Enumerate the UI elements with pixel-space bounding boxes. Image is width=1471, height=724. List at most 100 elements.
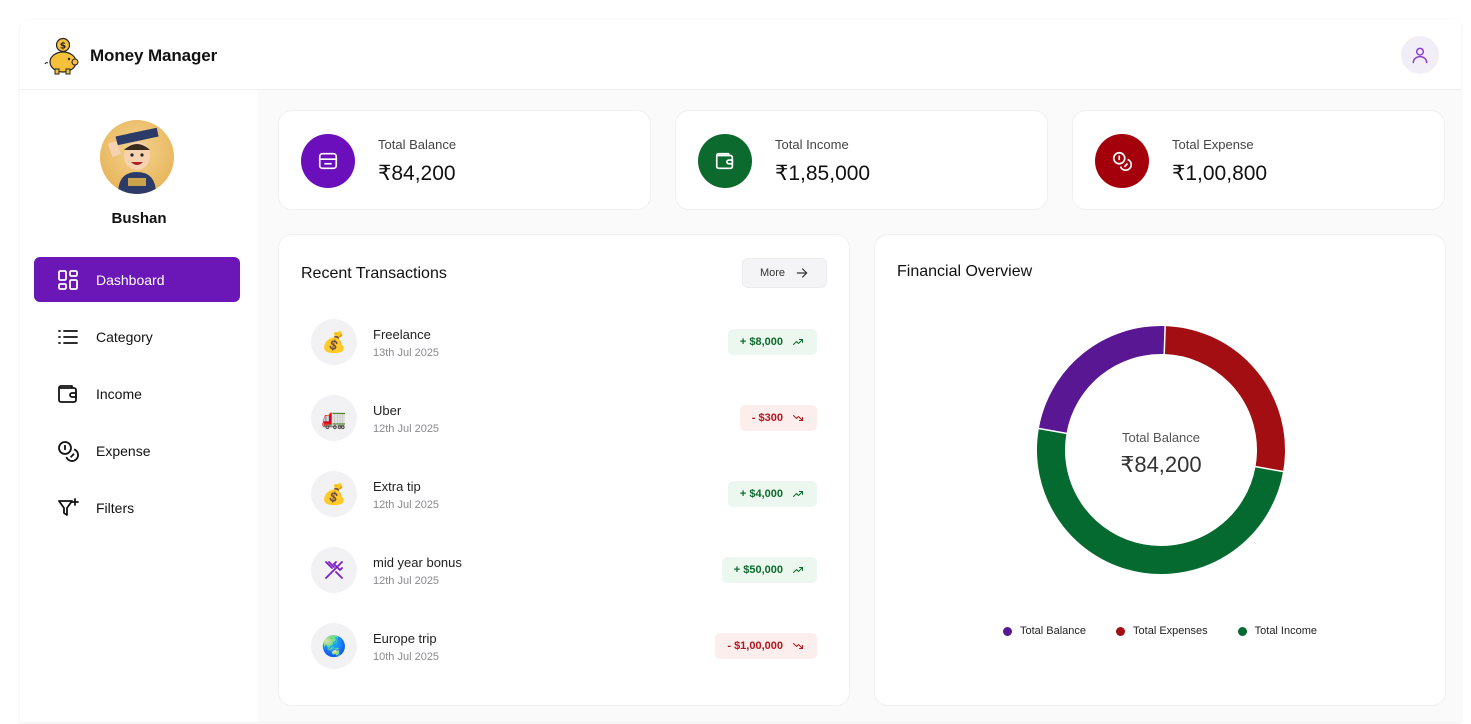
trend-up-icon bbox=[793, 339, 803, 345]
sidebar-item-income[interactable]: Income bbox=[34, 371, 240, 416]
legend-item-total-expenses[interactable]: Total Expenses bbox=[1116, 625, 1208, 637]
legend-item-total-income[interactable]: Total Income bbox=[1237, 625, 1318, 637]
utensils-icon bbox=[325, 561, 343, 579]
transaction-amount: - $300 bbox=[751, 412, 783, 424]
transaction-name: Extra tip bbox=[373, 479, 421, 494]
donut-slice-total-balance[interactable] bbox=[1034, 323, 1289, 578]
sidebar-item-expense[interactable]: Expense bbox=[34, 428, 240, 473]
sidebar-item-label: Income bbox=[96, 385, 142, 402]
sidebar-item-label: Dashboard bbox=[96, 271, 165, 288]
financial-overview-panel: Financial Overview Total Balance ₹84,200 … bbox=[874, 234, 1446, 706]
dashboard-icon bbox=[58, 269, 78, 290]
stat-value: ₹1,85,000 bbox=[775, 162, 871, 185]
trend-up-icon bbox=[793, 567, 803, 573]
filter-plus-icon bbox=[58, 497, 79, 516]
app-frame: $ Money Manager Bushan Dashboard Categor… bbox=[20, 20, 1461, 722]
transaction-name: Uber bbox=[373, 403, 402, 418]
donut-chart: Total Balance ₹84,200 bbox=[1034, 323, 1289, 578]
piggy-bank-logo-icon: $ bbox=[44, 37, 79, 75]
svg-text:$: $ bbox=[60, 42, 66, 52]
legend-dot bbox=[1237, 626, 1247, 636]
balance-icon-circle bbox=[301, 134, 355, 188]
stat-value: ₹84,200 bbox=[378, 162, 456, 185]
sidebar: Bushan Dashboard Category Income Expense… bbox=[20, 90, 258, 722]
transaction-icon: 🌏 bbox=[311, 623, 357, 669]
transaction-icon: 💰 bbox=[311, 319, 357, 365]
wallet-icon bbox=[58, 384, 77, 403]
transactions-list: 💰 Freelance 13th Jul 2025 + $8,000 🚛 Uber 12th… bbox=[311, 319, 817, 699]
legend-dot bbox=[1116, 626, 1126, 636]
more-button[interactable]: More bbox=[742, 258, 827, 288]
sidebar-item-dashboard[interactable]: Dashboard bbox=[34, 257, 240, 302]
chart-legend: Total Balance Total Expenses Total Income bbox=[875, 625, 1445, 637]
transaction-amount-badge: + $8,000 bbox=[727, 329, 817, 355]
transaction-icon bbox=[311, 547, 357, 593]
card-icon bbox=[318, 152, 338, 170]
transaction-name: Europe trip bbox=[373, 631, 437, 646]
transaction-date: 12th Jul 2025 bbox=[373, 575, 440, 587]
transaction-amount-badge: + $50,000 bbox=[721, 557, 817, 583]
transaction-amount: + $50,000 bbox=[733, 564, 783, 576]
stat-value: ₹1,00,800 bbox=[1172, 162, 1268, 185]
sidebar-item-category[interactable]: Category bbox=[34, 314, 240, 359]
trend-up-icon bbox=[793, 491, 803, 497]
app-name: Money Manager bbox=[90, 46, 218, 65]
sidebar-item-label: Expense bbox=[96, 442, 151, 459]
donut-center-label: Total Balance bbox=[1122, 430, 1200, 445]
main-content: Total Balance ₹84,200 Total Income ₹1,85… bbox=[258, 90, 1461, 722]
transaction-name: mid year bonus bbox=[373, 555, 462, 570]
transaction-date: 10th Jul 2025 bbox=[373, 651, 440, 663]
transaction-amount-badge: - $300 bbox=[739, 405, 817, 431]
transaction-row-mid-year-bonus[interactable]: mid year bonus 12th Jul 2025 + $50,000 bbox=[311, 547, 817, 623]
transaction-row-freelance[interactable]: 💰 Freelance 13th Jul 2025 + $8,000 bbox=[311, 319, 817, 395]
transaction-name: Freelance bbox=[373, 327, 431, 342]
sidebar-item-label: Category bbox=[96, 328, 153, 345]
stat-label: Total Income bbox=[775, 137, 849, 152]
legend-dot bbox=[1002, 626, 1012, 636]
transaction-amount: + $4,000 bbox=[739, 488, 783, 500]
transaction-date: 13th Jul 2025 bbox=[373, 347, 440, 359]
avatar bbox=[100, 120, 174, 194]
trend-down-icon bbox=[793, 643, 803, 649]
sidebar-item-label: Filters bbox=[96, 499, 135, 516]
legend-label: Total Expenses bbox=[1133, 625, 1208, 637]
total-income-card: Total Income ₹1,85,000 bbox=[675, 110, 1048, 210]
transaction-row-extra-tip[interactable]: 💰 Extra tip 12th Jul 2025 + $4,000 bbox=[311, 471, 817, 547]
transaction-row-europe-trip[interactable]: 🌏 Europe trip 10th Jul 2025 - $1,00,000 bbox=[311, 623, 817, 699]
total-expense-card: Total Expense ₹1,00,800 bbox=[1072, 110, 1445, 210]
trend-down-icon bbox=[793, 415, 803, 421]
coins-icon bbox=[1112, 151, 1132, 171]
income-icon-circle bbox=[698, 134, 752, 188]
transaction-amount-badge: + $4,000 bbox=[727, 481, 817, 507]
user-profile-button[interactable] bbox=[1401, 36, 1439, 74]
legend-item-total-balance[interactable]: Total Balance bbox=[1002, 625, 1087, 637]
transaction-emoji-icon: 🌏 bbox=[321, 635, 347, 658]
legend-label: Total Income bbox=[1254, 625, 1318, 637]
top-bar: $ Money Manager bbox=[20, 20, 1461, 90]
transaction-row-uber[interactable]: 🚛 Uber 12th Jul 2025 - $300 bbox=[311, 395, 817, 471]
brand[interactable]: $ Money Manager bbox=[42, 36, 217, 76]
legend-label: Total Balance bbox=[1019, 625, 1087, 637]
transaction-emoji-icon: 💰 bbox=[321, 331, 347, 354]
transaction-date: 12th Jul 2025 bbox=[373, 499, 440, 511]
transaction-icon: 💰 bbox=[311, 471, 357, 517]
avatar-graduate-illustration bbox=[107, 127, 159, 194]
wallet-icon bbox=[715, 152, 734, 170]
total-balance-card: Total Balance ₹84,200 bbox=[278, 110, 651, 210]
donut-slice-total-income[interactable] bbox=[1034, 323, 1289, 578]
donut-center-value: ₹84,200 bbox=[1120, 452, 1201, 477]
recent-transactions-panel: Recent Transactions More 💰 Freelance 13th … bbox=[278, 234, 850, 706]
sidebar-item-filters[interactable]: Filters bbox=[34, 485, 240, 530]
transaction-amount: - $1,00,000 bbox=[727, 640, 783, 652]
panel-title: Recent Transactions bbox=[301, 265, 447, 282]
transaction-amount-badge: - $1,00,000 bbox=[715, 633, 817, 659]
list-icon bbox=[58, 329, 78, 344]
stat-label: Total Expense bbox=[1172, 137, 1254, 152]
transaction-icon: 🚛 bbox=[311, 395, 357, 441]
user-name: Bushan bbox=[111, 210, 167, 227]
coins-icon bbox=[58, 440, 79, 462]
stat-label: Total Balance bbox=[378, 137, 457, 152]
transaction-date: 12th Jul 2025 bbox=[373, 423, 440, 435]
slice-separator bbox=[1163, 326, 1166, 355]
user-icon bbox=[1412, 47, 1428, 64]
